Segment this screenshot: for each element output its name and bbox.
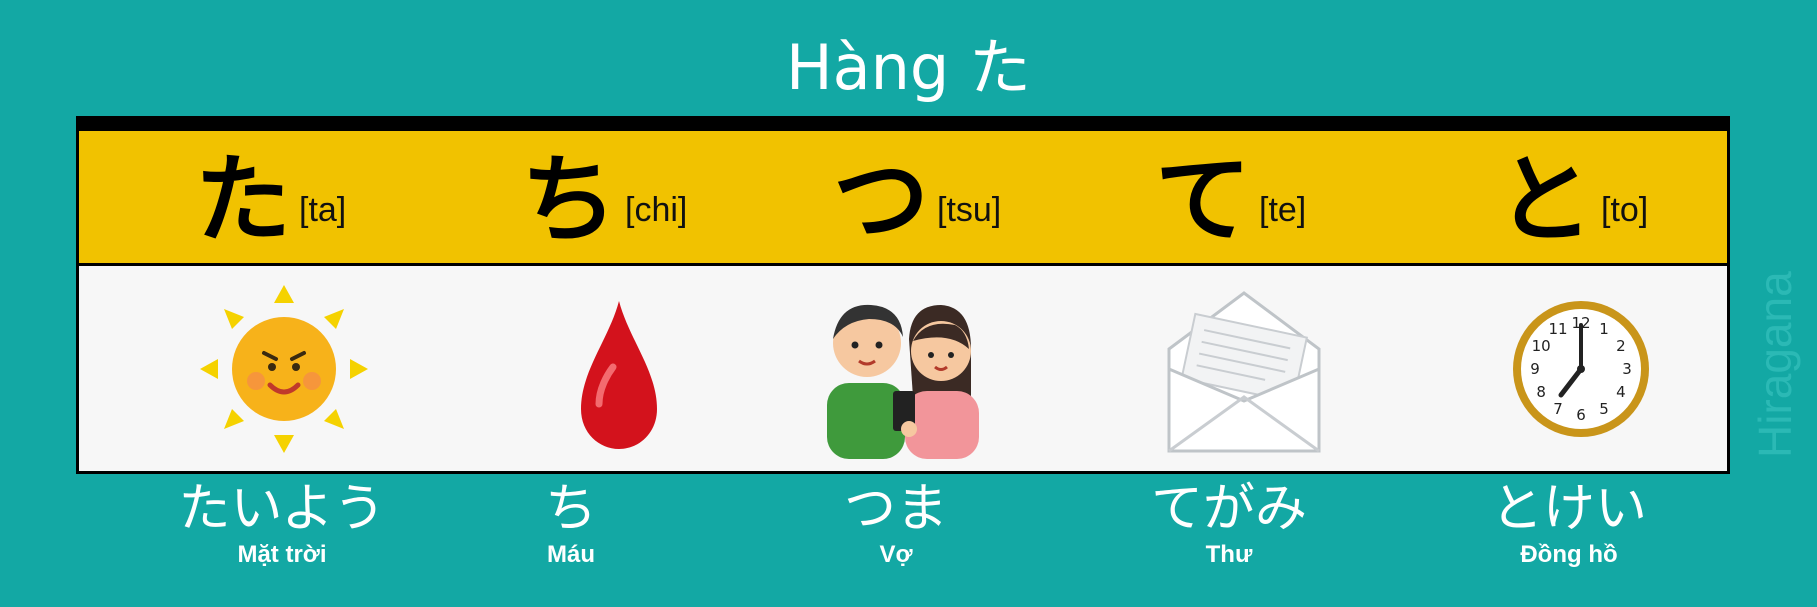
kana-cell-ta: た [ta] [189,131,489,263]
clock-numeral: 10 [1532,337,1551,355]
kana-romaji: [te] [1259,191,1307,229]
word-meaning: Đồng hồ [1520,541,1618,568]
page-title: Hàng た [786,31,1031,104]
couple-icon [809,279,1009,459]
word-meaning: Thư [1205,541,1253,568]
clock-numeral: 4 [1616,383,1626,401]
clock-numeral: 2 [1616,337,1626,355]
clock-numeral: 11 [1548,320,1567,338]
word-meaning: Máu [547,541,595,568]
word-item: てがみ Thư [1099,478,1359,570]
kana-header-row: た [ta] ち [chi] つ [tsu] て [te] と [to] [79,131,1727,266]
clock-numeral: 9 [1530,360,1540,378]
kana-cell-te: て [te] [1149,131,1449,263]
board-top-bar [79,119,1727,131]
kana-romaji: [ta] [299,191,347,229]
word-item: たいよう Mặt trời [152,478,412,570]
word-japanese: てがみ [1150,479,1307,539]
kana-char: つ [833,144,929,256]
kana-char: て [1155,144,1251,256]
kana-char: と [1497,144,1593,256]
kana-romaji: [to] [1601,191,1649,229]
kana-char: た [195,144,291,256]
kana-board: た [ta] ち [chi] つ [tsu] て [te] と [to] 12 … [76,116,1730,474]
clock-icon: 12 1 2 3 4 5 6 7 8 9 10 11 [1491,279,1671,459]
clock-numeral: 3 [1622,360,1632,378]
kana-romaji: [chi] [625,191,688,229]
kana-cell-to: と [to] [1491,131,1791,263]
word-japanese: とけい [1490,479,1647,539]
word-item: ち Máu [441,478,701,570]
letter-envelope-icon [1159,279,1329,459]
kana-romaji: [tsu] [937,191,1002,229]
word-japanese: たいよう [178,479,386,539]
kana-cell-chi: ち [chi] [515,131,815,263]
clock-numeral: 5 [1599,400,1609,418]
clock-numeral: 1 [1599,320,1609,338]
sun-icon [194,279,374,459]
word-meaning: Mặt trời [237,541,327,568]
clock-numeral: 6 [1576,406,1586,424]
clock-numeral: 8 [1536,383,1546,401]
kana-cell-tsu: つ [tsu] [827,131,1127,263]
side-label: Hiragana [1749,271,1801,459]
blood-drop-icon [529,279,709,459]
clock-numeral: 7 [1553,400,1563,418]
word-japanese: ち [544,479,597,539]
word-meaning: Vợ [879,541,913,568]
kana-char: ち [521,144,617,256]
word-item: つま Vợ [766,478,1026,570]
word-item: とけい Đồng hồ [1439,478,1699,570]
word-japanese: つま [843,479,948,539]
